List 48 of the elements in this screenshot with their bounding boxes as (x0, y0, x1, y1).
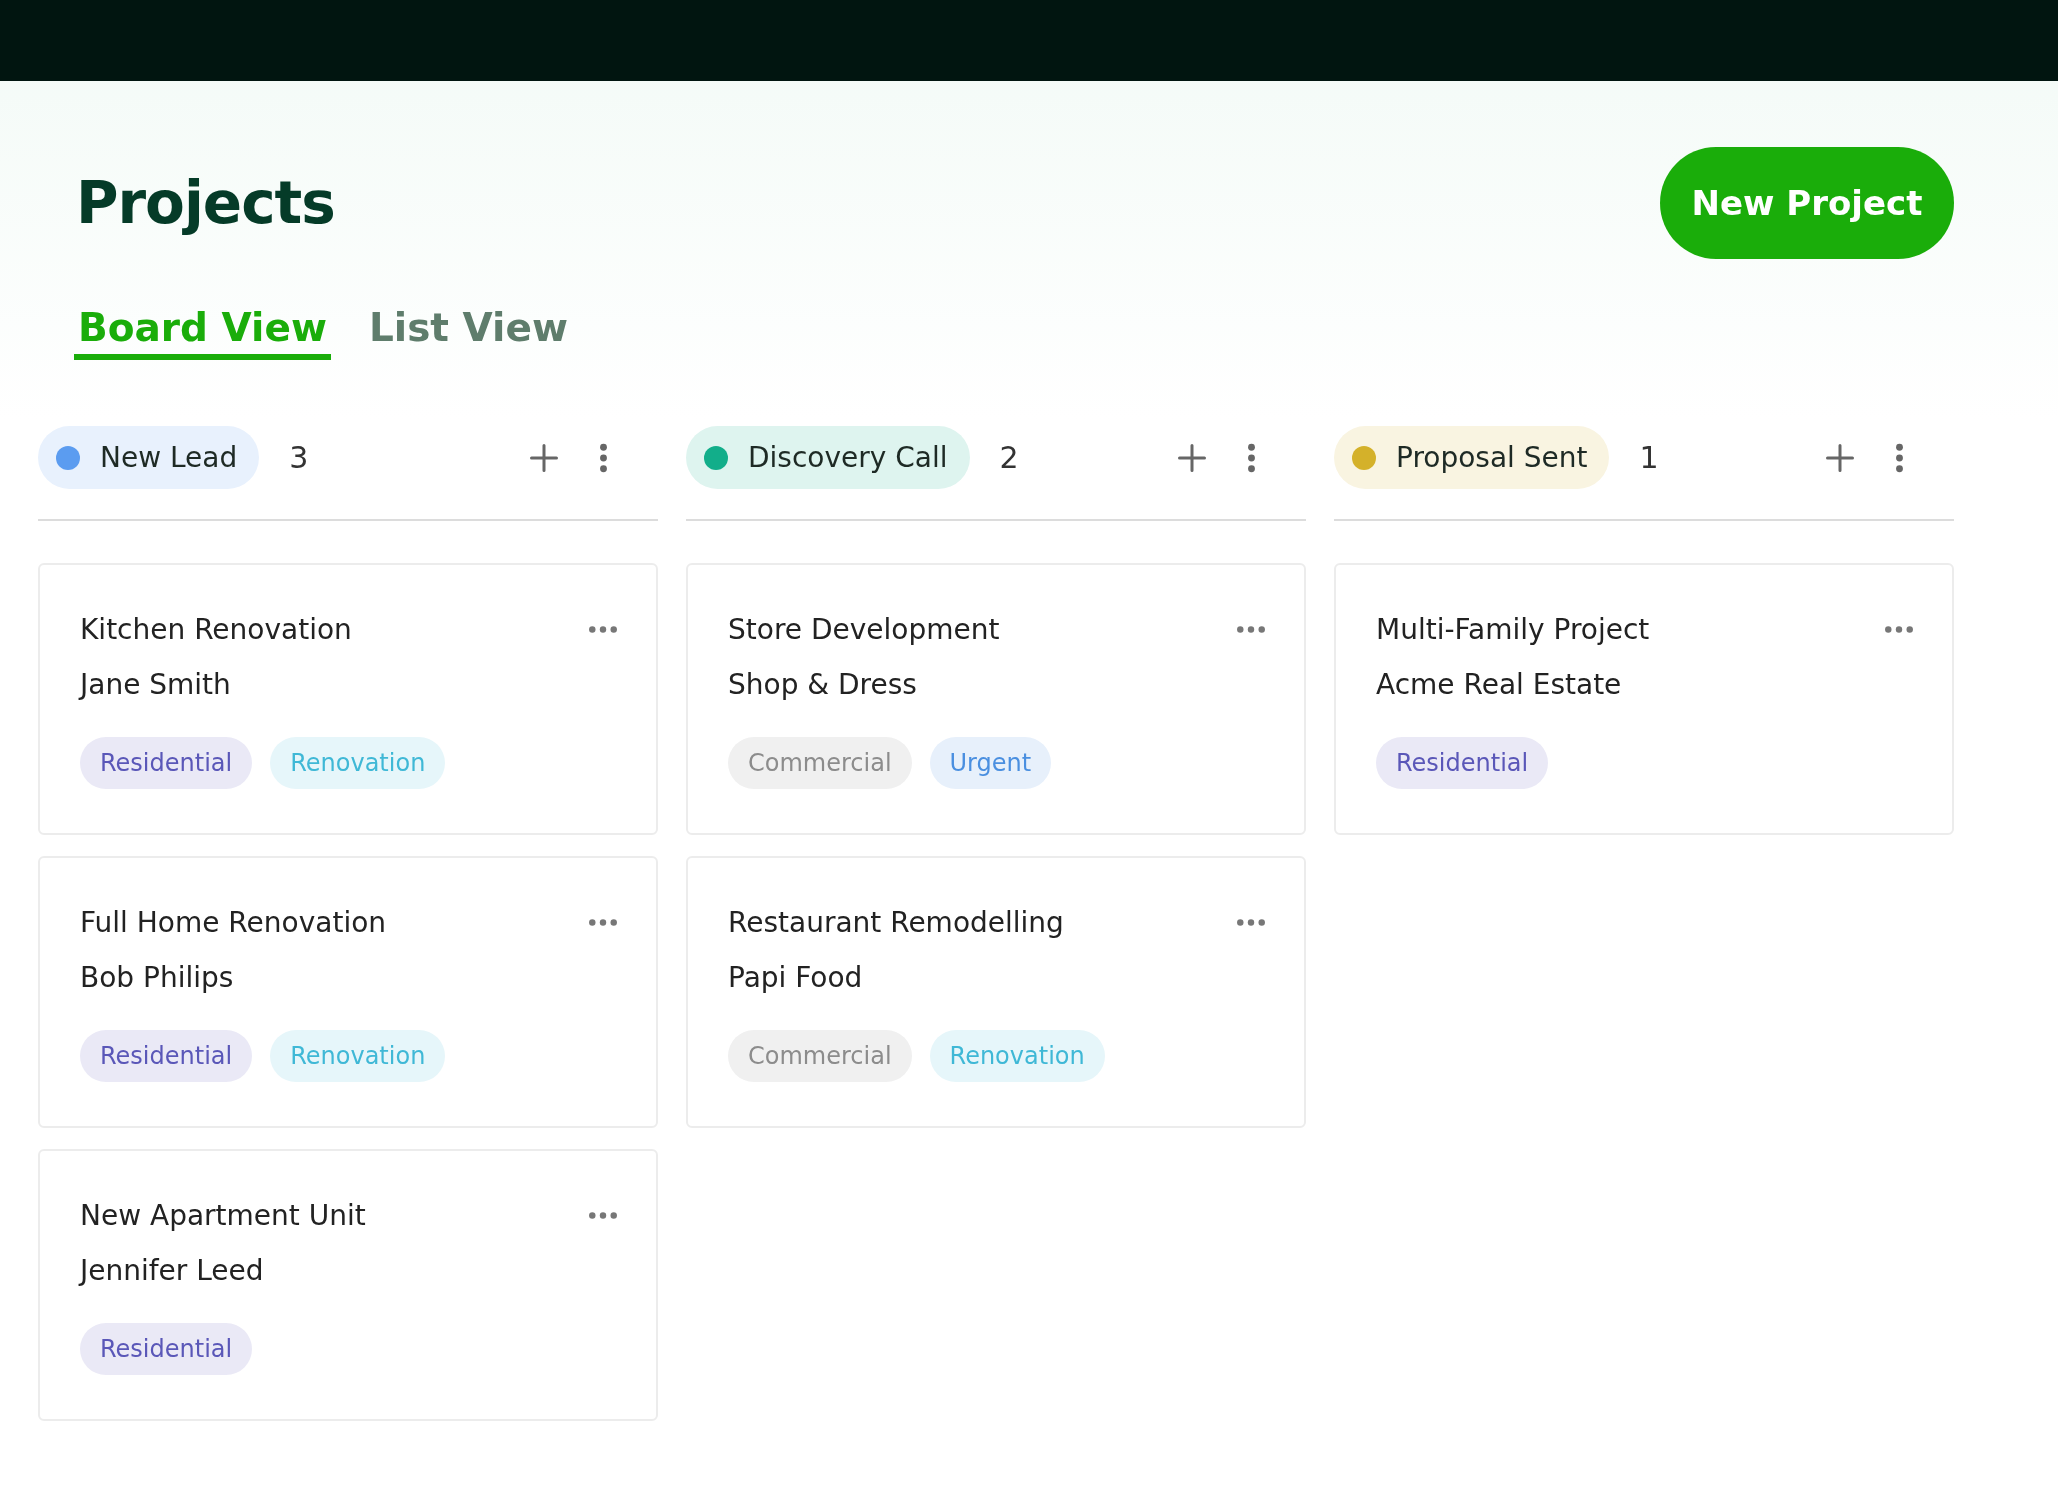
status-label: Discovery Call (748, 441, 948, 474)
client-name: Jane Smith (80, 668, 232, 701)
page-title: Projects (76, 169, 335, 237)
tag: Renovation (270, 1030, 446, 1082)
status-label: Proposal Sent (1396, 441, 1588, 474)
card-count: 2 (999, 440, 1019, 475)
project-title: Store Development (728, 613, 1000, 646)
project-title: New Apartment Unit (80, 1199, 366, 1232)
client-name: Bob Philips (80, 961, 235, 994)
tag: Commercial (728, 737, 912, 789)
tag: Residential (80, 737, 253, 789)
tag: Urgent (929, 737, 1052, 789)
more-horizontal-icon[interactable] (588, 918, 618, 927)
status-label: New Lead (100, 441, 238, 474)
client-name: Acme Real Estate (1376, 668, 1623, 701)
client-name: Jennifer Leed (80, 1254, 265, 1287)
project-card[interactable]: Store Development Shop & Dress Commercial Urgent (686, 563, 1306, 835)
tag: Residential (1376, 737, 1549, 789)
add-icon[interactable] (1177, 442, 1207, 473)
project-card[interactable]: Restaurant Remodelling Papi Food Commercial Renovation (686, 856, 1306, 1128)
client-name: Papi Food (728, 961, 864, 994)
more-horizontal-icon[interactable] (588, 1211, 618, 1220)
more-horizontal-icon[interactable] (1884, 625, 1914, 634)
project-card[interactable]: Kitchen Renovation Jane Smith Residential Renovation (38, 563, 658, 835)
more-vertical-icon[interactable] (1895, 442, 1904, 473)
project-title: Restaurant Remodelling (728, 906, 1064, 939)
more-horizontal-icon[interactable] (1236, 918, 1266, 927)
project-title: Full Home Renovation (80, 906, 387, 939)
more-horizontal-icon[interactable] (588, 625, 618, 634)
tag: Residential (80, 1323, 253, 1375)
card-count: 3 (289, 440, 309, 475)
project-title: Multi-Family Project (1376, 613, 1650, 646)
tag: Renovation (929, 1030, 1105, 1082)
add-icon[interactable] (529, 442, 559, 473)
tag: Commercial (728, 1030, 912, 1082)
more-vertical-icon[interactable] (1247, 442, 1256, 473)
more-vertical-icon[interactable] (599, 442, 608, 473)
add-icon[interactable] (1825, 442, 1855, 473)
view-tab[interactable]: List View (364, 305, 572, 360)
project-card[interactable]: New Apartment Unit Jennifer Leed Residential (38, 1149, 658, 1421)
project-title: Kitchen Renovation (80, 613, 352, 646)
tag: Residential (80, 1030, 253, 1082)
project-card[interactable]: Full Home Renovation Bob Philips Residential Renovation (38, 856, 658, 1128)
more-horizontal-icon[interactable] (1236, 625, 1266, 634)
tag: Renovation (270, 737, 446, 789)
project-card[interactable]: Multi-Family Project Acme Real Estate Residential (1334, 563, 1954, 835)
card-count: 1 (1639, 440, 1659, 475)
client-name: Shop & Dress (728, 668, 918, 701)
